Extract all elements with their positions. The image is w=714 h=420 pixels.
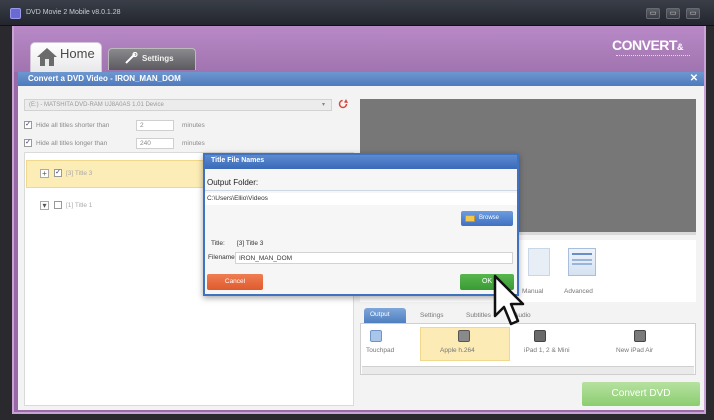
refresh-icon[interactable] xyxy=(338,99,348,109)
maximize-button[interactable]: ▭ xyxy=(666,8,680,19)
hide-shorter-unit: minutes xyxy=(182,122,205,129)
brand-underline xyxy=(616,55,690,57)
dialog-close-button[interactable]: ✕ xyxy=(688,73,700,85)
tab-settings-output[interactable]: Settings xyxy=(414,309,450,323)
brand-logo: CONVERT& xyxy=(612,37,683,53)
device-icon xyxy=(458,330,470,342)
tree-expand-toggle[interactable]: + xyxy=(40,169,49,178)
divider xyxy=(205,190,517,191)
hide-shorter-input[interactable]: 2 xyxy=(136,120,174,131)
advanced-icon[interactable] xyxy=(568,248,596,276)
brand-suffix: & xyxy=(676,42,684,52)
output-folder-field[interactable]: C:\Users\Ellio\Videos xyxy=(205,193,517,205)
tree-item-label: [3] Title 3 xyxy=(66,170,93,177)
device-touchpad[interactable]: Touchpad xyxy=(366,347,394,354)
ipad-air-icon xyxy=(634,330,646,342)
minimize-button[interactable]: ▭ xyxy=(646,8,660,19)
hide-longer-input[interactable]: 240 xyxy=(136,138,174,149)
folder-icon xyxy=(465,215,475,222)
brand-text: CONVERT xyxy=(612,37,677,53)
filename-key-label: Filename: xyxy=(208,254,237,261)
hide-longer-checkbox[interactable]: ✓ xyxy=(24,139,32,147)
hide-longer-label: Hide all titles longer than xyxy=(36,140,108,147)
app-icon xyxy=(10,8,21,19)
device-scrollbar[interactable] xyxy=(362,366,694,374)
popup-title: Title File Names xyxy=(211,157,265,164)
chevron-down-icon[interactable]: ▾ xyxy=(322,101,325,108)
tree-item-label: [1] Title 1 xyxy=(66,202,93,209)
source-drive-select[interactable]: (E:) - MATSHITA DVD-RAM UJ8A0AS 1.01 Dev… xyxy=(24,99,332,111)
wrench-icon xyxy=(125,52,138,64)
device-ipad[interactable]: iPad 1, 2 & Mini xyxy=(524,347,570,354)
filename-input[interactable]: IRON_MAN_DOM xyxy=(235,252,513,264)
device-apple[interactable]: Apple h.264 xyxy=(440,347,475,354)
manual-icon[interactable] xyxy=(528,248,550,276)
dialog-title: Convert a DVD Video - IRON_MAN_DOM xyxy=(28,74,181,83)
preset-advanced-label: Advanced xyxy=(564,288,593,295)
window-title: DVD Movie 2 Mobile v8.0.1.28 xyxy=(26,9,121,16)
output-folder-label: Output Folder: xyxy=(207,178,259,187)
tree-item-checkbox[interactable]: ✓ xyxy=(54,169,62,177)
tab-settings-label: Settings xyxy=(142,54,174,63)
tablet-icon xyxy=(370,330,382,342)
device-ipad-air[interactable]: New iPad Air xyxy=(616,347,653,354)
tab-output[interactable]: Output xyxy=(364,308,406,323)
hide-longer-unit: minutes xyxy=(182,140,205,147)
convert-dvd-button[interactable]: Convert DVD xyxy=(582,382,700,406)
tab-home-label: Home xyxy=(60,46,95,61)
tree-collapse-toggle[interactable]: ▾ xyxy=(40,201,49,210)
ipad-icon xyxy=(534,330,546,342)
title-value: [3] Title 3 xyxy=(237,240,264,247)
home-icon xyxy=(37,48,57,66)
title-key-label: Title: xyxy=(211,240,225,247)
close-window-button[interactable]: ▭ xyxy=(686,8,700,19)
hide-shorter-label: Hide all titles shorter than xyxy=(36,122,110,129)
tree-item-checkbox[interactable] xyxy=(54,201,62,209)
hide-shorter-checkbox[interactable]: ✓ xyxy=(24,121,32,129)
cancel-button[interactable]: Cancel xyxy=(207,274,263,290)
mouse-cursor-icon xyxy=(493,274,525,326)
